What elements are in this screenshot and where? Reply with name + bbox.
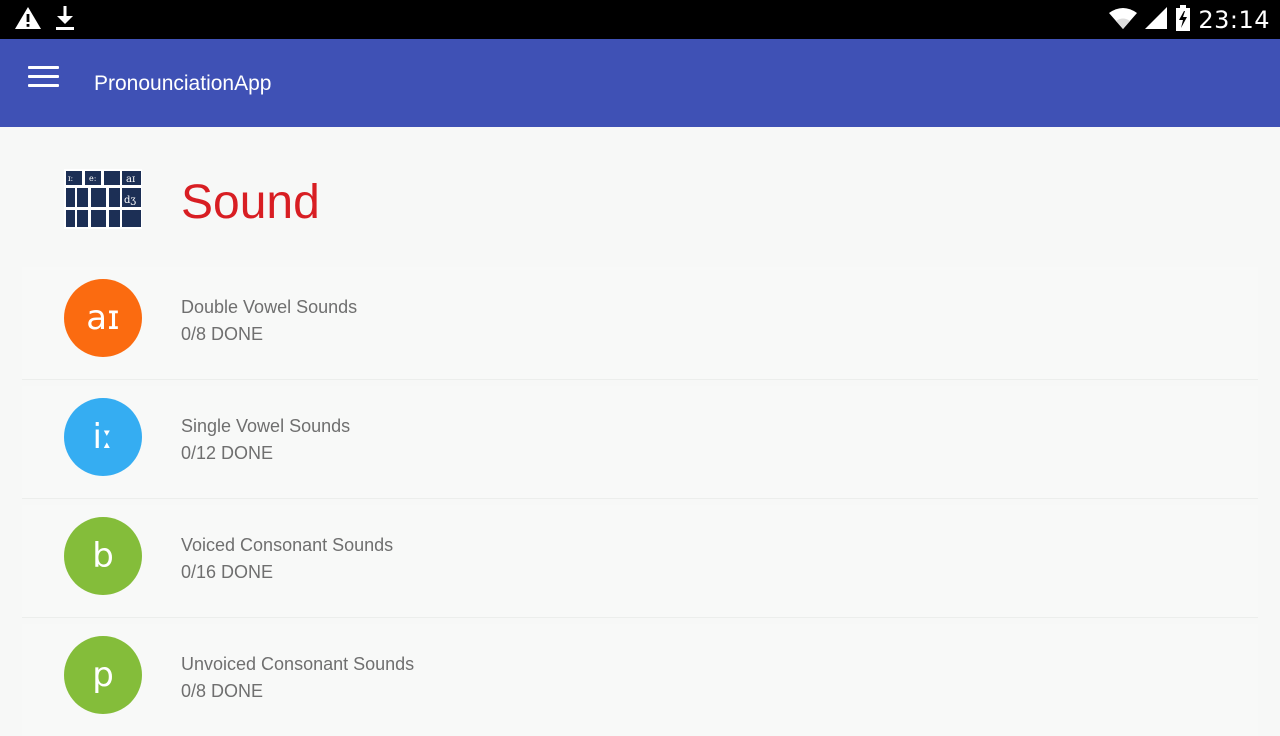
menu-icon[interactable] — [22, 61, 66, 97]
list-item-double-vowel[interactable]: aɪ Double Vowel Sounds 0/8 DONE — [22, 267, 1258, 379]
battery-icon — [1174, 4, 1192, 37]
item-title: Double Vowel Sounds — [181, 297, 358, 317]
list-item-unvoiced-consonant[interactable]: p Unvoiced Consonant Sounds 0/8 DONE — [22, 624, 1258, 736]
list-item-voiced-consonant[interactable]: b Voiced Consonant Sounds 0/16 DONE — [22, 505, 1258, 617]
svg-text:dʒ: dʒ — [124, 195, 136, 206]
signal-icon — [1144, 6, 1168, 35]
status-right: 23:14 — [1108, 4, 1270, 36]
item-title: Voiced Consonant Sounds — [181, 535, 394, 555]
svg-text:aɪ: aɪ — [126, 174, 135, 185]
item-title: Single Vowel Sounds — [181, 416, 351, 436]
svg-text:eː: eː — [89, 174, 96, 183]
phonetic-chart-icon: aɪ dʒ eː ɪː — [64, 169, 142, 229]
wifi-icon — [1108, 5, 1138, 36]
status-bar: 23:14 — [0, 0, 1280, 39]
app-title: PronounciationApp — [94, 72, 272, 95]
item-title: Unvoiced Consonant Sounds — [181, 654, 415, 674]
status-left — [14, 5, 76, 36]
voiced-consonant-avatar: b — [64, 517, 142, 595]
single-vowel-avatar: iː — [64, 398, 142, 476]
app-bar: PronounciationApp — [0, 39, 1280, 127]
item-progress: 0/16 DONE — [181, 562, 274, 582]
section-header: aɪ dʒ eː ɪː Sound — [0, 127, 1280, 267]
download-icon — [54, 5, 76, 36]
item-progress: 0/8 DONE — [181, 681, 264, 701]
double-vowel-avatar: aɪ — [64, 279, 142, 357]
item-progress: 0/8 DONE — [181, 324, 264, 344]
warning-icon — [14, 6, 42, 35]
svg-text:ɪː: ɪː — [68, 174, 73, 183]
content: aɪ dʒ eː ɪː Sound aɪ Double Vowel Sounds… — [0, 127, 1280, 736]
list-item-single-vowel[interactable]: iː Single Vowel Sounds 0/12 DONE — [22, 386, 1258, 498]
item-progress: 0/12 DONE — [181, 443, 274, 463]
unvoiced-consonant-avatar: p — [64, 636, 142, 714]
clock: 23:14 — [1198, 6, 1270, 34]
section-title: Sound — [181, 176, 320, 229]
